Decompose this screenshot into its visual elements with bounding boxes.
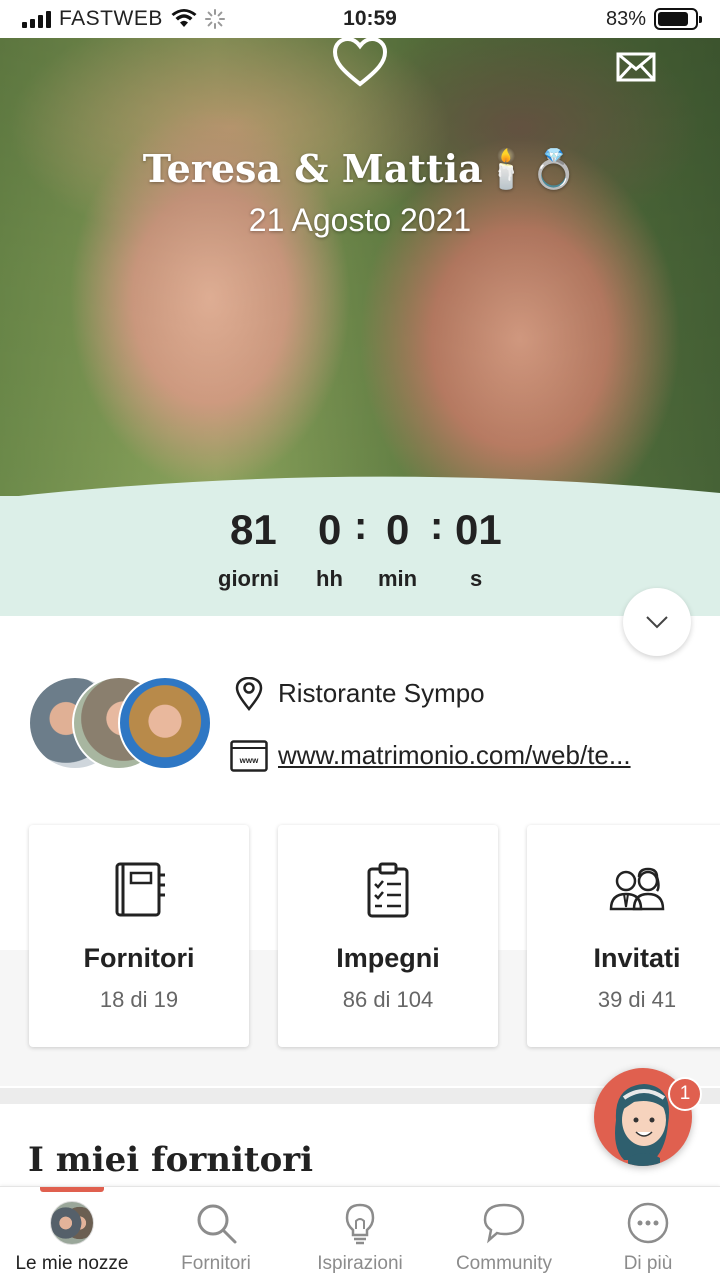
countdown-separator: : bbox=[430, 504, 444, 548]
loading-spinner-icon bbox=[204, 9, 225, 29]
guests-icon bbox=[609, 867, 665, 911]
card-title: Fornitori bbox=[83, 943, 195, 973]
card-count: 86 di 104 bbox=[342, 987, 434, 1012]
card-impegni[interactable]: Impegni 86 di 104 bbox=[278, 825, 498, 1047]
card-count: 39 di 41 bbox=[597, 987, 677, 1012]
wifi-icon bbox=[171, 9, 197, 27]
carrier-name: FASTWEB bbox=[59, 7, 163, 30]
notification-badge: 1 bbox=[668, 1077, 702, 1111]
section-title: I miei fornitori bbox=[28, 1140, 314, 1180]
countdown-separator: : bbox=[354, 504, 368, 548]
location-pin-icon bbox=[235, 677, 263, 711]
notebook-icon bbox=[115, 862, 165, 917]
countdown-hours: 0 bbox=[318, 506, 342, 553]
chat-bubble-icon bbox=[483, 1203, 525, 1244]
nav-ispirazioni[interactable]: Ispirazioni bbox=[288, 1187, 432, 1280]
nav-label: Di più bbox=[623, 1253, 673, 1274]
battery-icon bbox=[654, 8, 702, 30]
countdown-minutes: 0 bbox=[386, 506, 410, 553]
more-icon bbox=[627, 1202, 669, 1244]
nav-label: Fornitori bbox=[181, 1253, 251, 1274]
countdown-days: 81 bbox=[230, 506, 277, 553]
expand-button[interactable] bbox=[623, 588, 691, 656]
nav-fornitori[interactable]: Fornitori bbox=[144, 1187, 288, 1280]
hero-photo[interactable]: Teresa & Mattia🕯️💍 21 Agosto 2021 bbox=[0, 38, 720, 498]
status-time: 10:59 bbox=[343, 7, 397, 30]
nav-le-mie-nozze[interactable]: Le mie nozze bbox=[0, 1187, 144, 1280]
couple-avatar-icon bbox=[50, 1201, 94, 1245]
venue-name[interactable]: Ristorante Sympo bbox=[278, 678, 485, 709]
couple-name: Teresa & Mattia🕯️💍 bbox=[142, 146, 578, 191]
countdown-seconds-label: s bbox=[470, 566, 483, 591]
hero-shade bbox=[0, 38, 720, 498]
status-bar: FASTWEB 10:59 83% bbox=[0, 0, 720, 38]
card-fornitori[interactable]: Fornitori 18 di 19 bbox=[29, 825, 249, 1047]
search-icon bbox=[197, 1204, 237, 1244]
nav-label: Community bbox=[455, 1253, 553, 1274]
card-title: Invitati bbox=[593, 943, 681, 973]
nav-label: Le mie nozze bbox=[15, 1253, 129, 1274]
battery-fill bbox=[658, 12, 688, 26]
battery-percent: 83% bbox=[605, 7, 646, 30]
countdown-hours-label: hh bbox=[316, 566, 343, 591]
bottom-nav: Le mie nozze Fornitori Ispirazioni Commu… bbox=[0, 1186, 720, 1280]
card-count: 18 di 19 bbox=[99, 987, 179, 1012]
hero-wave bbox=[0, 476, 720, 498]
nav-label: Ispirazioni bbox=[317, 1253, 403, 1274]
website-icon: www bbox=[230, 740, 268, 772]
avatar bbox=[118, 676, 212, 770]
countdown-seconds: 01 bbox=[455, 506, 502, 553]
mail-icon[interactable] bbox=[616, 52, 656, 82]
heart-icon[interactable] bbox=[332, 38, 388, 88]
svg-text:www: www bbox=[239, 756, 259, 765]
countdown: 81 0 : 0 : 01 giorni hh min s bbox=[0, 496, 720, 616]
countdown-minutes-label: min bbox=[378, 566, 418, 591]
countdown-days-label: giorni bbox=[218, 566, 280, 591]
signal-icon bbox=[22, 10, 51, 28]
chevron-down-icon bbox=[646, 616, 668, 629]
lightbulb-icon bbox=[345, 1203, 375, 1245]
website-link[interactable]: www.matrimonio.com/web/te... bbox=[278, 740, 698, 771]
wedding-date: 21 Agosto 2021 bbox=[248, 202, 472, 238]
nav-community[interactable]: Community bbox=[432, 1187, 576, 1280]
card-title: Impegni bbox=[336, 943, 440, 973]
status-right: 83% bbox=[498, 7, 702, 31]
couple-avatars[interactable] bbox=[28, 676, 212, 772]
nav-di-piu[interactable]: Di più bbox=[576, 1187, 720, 1280]
checklist-icon bbox=[367, 862, 409, 918]
card-invitati[interactable]: Invitati 39 di 41 bbox=[527, 825, 720, 1047]
